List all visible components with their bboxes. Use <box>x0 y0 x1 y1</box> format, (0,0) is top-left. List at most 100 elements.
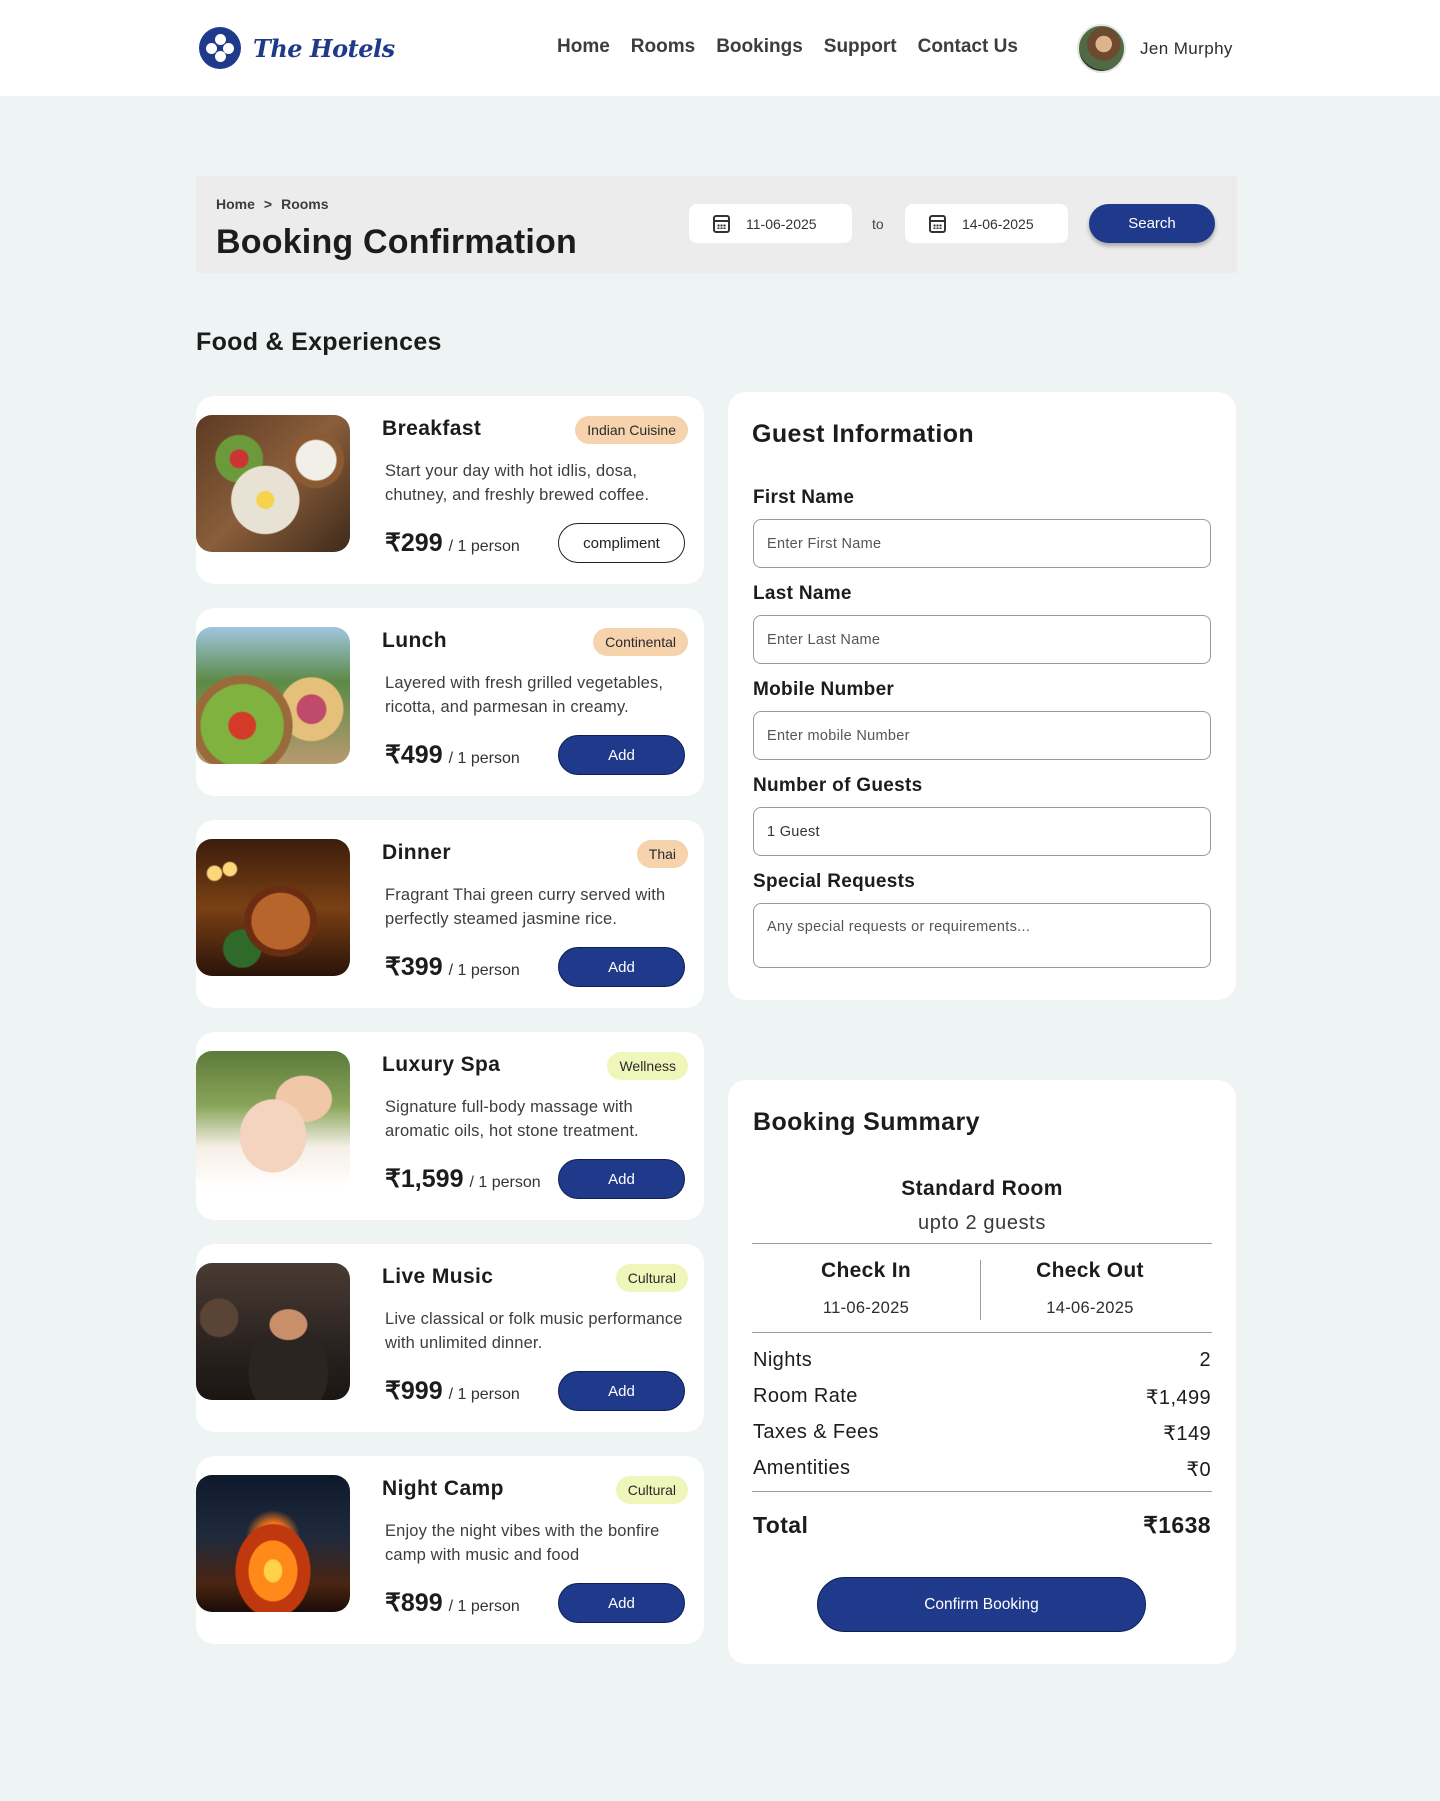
divider <box>980 1260 981 1320</box>
experience-description: Fragrant Thai green curry served with pe… <box>385 886 666 928</box>
page-title: Booking Confirmation <box>216 223 577 261</box>
category-badge: Indian Cuisine <box>575 416 688 444</box>
row-value: ₹1,499 <box>1145 1387 1211 1409</box>
checkin-date-value: 11-06-2025 <box>746 215 817 232</box>
logo-icon <box>199 27 241 69</box>
first-name-field[interactable] <box>753 519 1211 568</box>
booking-summary: Booking Summary Standard Room upto 2 gue… <box>728 1080 1236 1664</box>
experience-name: Night Camp <box>382 1477 504 1500</box>
experience-card-luxury-spa: Luxury Spa Wellness Signature full-body … <box>196 1032 704 1220</box>
divider <box>752 1332 1212 1333</box>
breakfast-image <box>196 415 350 552</box>
category-badge: Thai <box>636 840 688 868</box>
add-dinner-button[interactable]: Add <box>558 947 685 987</box>
row-value: 2 <box>1199 1349 1211 1371</box>
add-live-music-button[interactable]: Add <box>558 1371 685 1411</box>
summary-title: Booking Summary <box>753 1108 980 1136</box>
add-night-camp-button[interactable]: Add <box>558 1583 685 1623</box>
summary-row-taxes: Taxes & Fees ₹149 <box>753 1421 1211 1446</box>
nav-rooms[interactable]: Rooms <box>631 36 695 58</box>
price-amount: ₹1,599 <box>385 1165 464 1193</box>
checkin-date-picker[interactable]: 11-06-2025 <box>689 204 852 243</box>
room-name: Standard Room <box>901 1177 1063 1200</box>
breadcrumb-separator: > <box>263 196 273 212</box>
price-amount: ₹399 <box>385 953 443 981</box>
price-amount: ₹499 <box>385 741 443 769</box>
price-unit: / 1 person <box>448 962 520 979</box>
row-label: Room Rate <box>753 1385 858 1407</box>
checkout-date: 14-06-2025 <box>1046 1299 1134 1317</box>
user-name: Jen Murphy <box>1140 38 1233 58</box>
guest-form-title: Guest Information <box>752 420 975 448</box>
top-navbar: The Hotels Home Rooms Bookings Support C… <box>0 0 1440 96</box>
experience-name: Live Music <box>382 1265 494 1288</box>
experience-price: ₹999 / 1 person <box>385 1376 520 1406</box>
mobile-number-field[interactable] <box>753 711 1211 760</box>
lunch-image <box>196 627 350 764</box>
price-unit: / 1 person <box>469 1174 541 1191</box>
summary-row-nights: Nights 2 <box>753 1349 1211 1372</box>
brand-logo[interactable]: The Hotels <box>199 27 395 69</box>
experience-card-live-music: Live Music Cultural Live classical or fo… <box>196 1244 704 1432</box>
row-label: Amentities <box>753 1457 851 1479</box>
live-music-image <box>196 1263 350 1400</box>
avatar[interactable] <box>1077 24 1126 73</box>
checkin-date: 11-06-2025 <box>822 1299 910 1317</box>
price-amount: ₹299 <box>385 529 443 557</box>
category-badge: Cultural <box>615 1264 688 1292</box>
guests-count-select[interactable]: 1 Guest <box>753 807 1211 856</box>
checkout-date-value: 14-06-2025 <box>962 215 1034 232</box>
experience-price: ₹899 / 1 person <box>385 1588 520 1618</box>
experience-card-breakfast: Breakfast Indian Cuisine Start your day … <box>196 396 704 584</box>
brand-name: The Hotels <box>253 33 395 63</box>
row-label: Taxes & Fees <box>753 1421 879 1443</box>
experience-price: ₹499 / 1 person <box>385 740 520 770</box>
mobile-number-label: Mobile Number <box>753 679 895 700</box>
total-value: ₹1638 <box>1143 1512 1211 1538</box>
calendar-icon <box>713 214 730 233</box>
experience-card-lunch: Lunch Continental Layered with fresh gri… <box>196 608 704 796</box>
last-name-field[interactable] <box>753 615 1211 664</box>
checkout-date-picker[interactable]: 14-06-2025 <box>905 204 1068 243</box>
nav-contact-us[interactable]: Contact Us <box>918 36 1018 58</box>
add-spa-button[interactable]: Add <box>558 1159 685 1199</box>
experience-name: Lunch <box>382 629 447 652</box>
price-unit: / 1 person <box>448 538 520 555</box>
experience-description: Live classical or folk music performance… <box>385 1310 683 1352</box>
spa-image <box>196 1051 350 1188</box>
experience-price: ₹299 / 1 person <box>385 528 520 558</box>
category-badge: Cultural <box>615 1476 688 1504</box>
section-title: Food & Experiences <box>196 328 442 356</box>
price-unit: / 1 person <box>448 750 520 767</box>
guests-count-value: 1 Guest <box>767 823 820 840</box>
breadcrumb-home[interactable]: Home <box>216 196 255 212</box>
breadcrumb: Home > Rooms <box>216 196 329 212</box>
price-unit: / 1 person <box>448 1386 520 1403</box>
main-nav: Home Rooms Bookings Support Contact Us <box>557 36 1018 58</box>
compliment-button[interactable]: compliment <box>558 523 685 563</box>
last-name-label: Last Name <box>753 583 852 604</box>
dinner-image <box>196 839 350 976</box>
calendar-icon <box>929 214 946 233</box>
total-label: Total <box>753 1512 809 1538</box>
checkin-label: Check In <box>821 1259 911 1282</box>
breadcrumb-rooms[interactable]: Rooms <box>281 196 328 212</box>
nav-support[interactable]: Support <box>824 36 897 58</box>
summary-row-amenities: Amentities ₹0 <box>753 1457 1211 1482</box>
row-value: ₹149 <box>1163 1423 1211 1445</box>
first-name-label: First Name <box>753 487 855 508</box>
guest-information-form: Guest Information First Name Last Name M… <box>728 392 1236 1000</box>
nav-bookings[interactable]: Bookings <box>716 36 803 58</box>
user-menu[interactable]: Jen Murphy <box>1077 24 1233 73</box>
category-badge: Continental <box>593 628 688 656</box>
confirm-booking-button[interactable]: Confirm Booking <box>817 1577 1146 1632</box>
row-value: ₹0 <box>1186 1459 1211 1481</box>
nav-home[interactable]: Home <box>557 36 610 58</box>
room-capacity: upto 2 guests <box>918 1212 1046 1234</box>
search-button[interactable]: Search <box>1089 204 1215 243</box>
special-requests-field[interactable] <box>753 903 1211 968</box>
price-amount: ₹999 <box>385 1377 443 1405</box>
summary-total: Total ₹1638 <box>753 1512 1211 1539</box>
experience-name: Breakfast <box>382 417 482 440</box>
add-lunch-button[interactable]: Add <box>558 735 685 775</box>
